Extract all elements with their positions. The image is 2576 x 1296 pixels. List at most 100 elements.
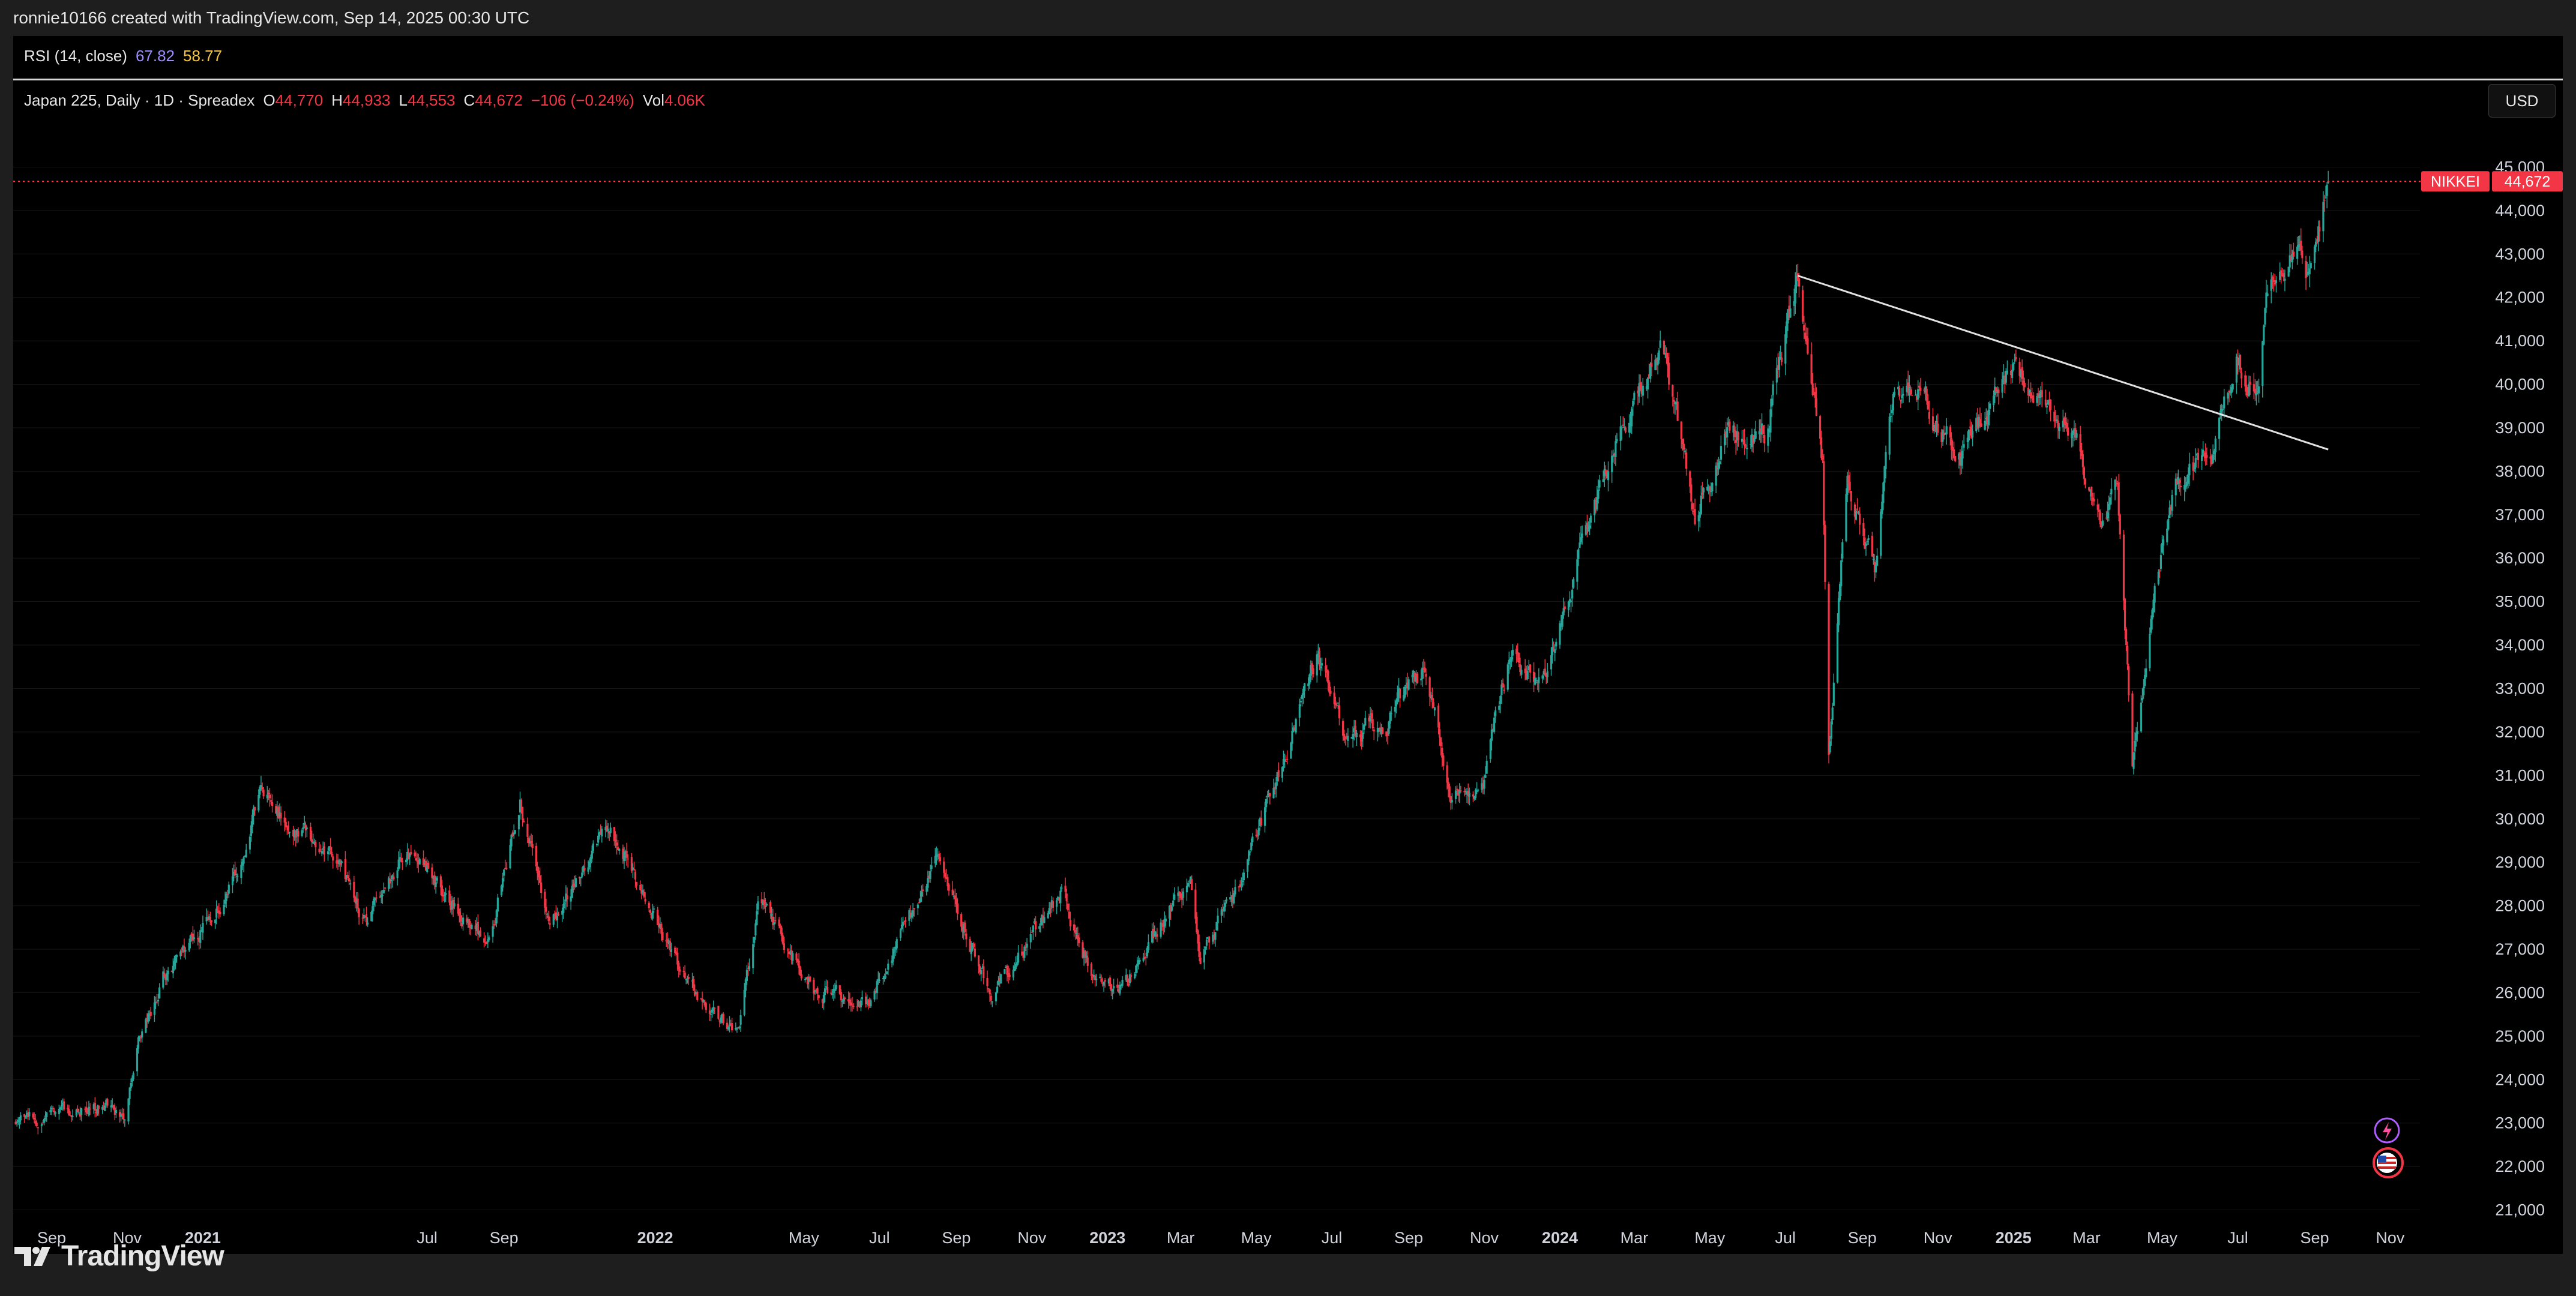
candle-body <box>1247 859 1249 872</box>
candle-body <box>1639 382 1642 389</box>
candle-body <box>1266 796 1269 797</box>
candle-body <box>1333 692 1335 704</box>
candle-body <box>2271 277 2274 280</box>
candle-body <box>1269 793 1271 797</box>
candle-body <box>496 897 499 912</box>
candle-body <box>934 856 936 864</box>
candle-body <box>2107 512 2109 518</box>
candle-body <box>1338 705 1341 718</box>
candle-body <box>137 1037 140 1049</box>
candle-body <box>240 865 242 878</box>
candle-body <box>1745 445 1747 447</box>
candle-body <box>1425 674 1427 677</box>
candle-body <box>885 976 887 977</box>
candle-body <box>549 923 551 925</box>
candle-body <box>1407 679 1410 690</box>
candle-body <box>495 910 498 923</box>
candle-body <box>1578 542 1581 548</box>
tradingview-logo-text: TradingView <box>61 1240 224 1272</box>
candle-body <box>58 1109 61 1114</box>
candle-body <box>685 979 687 980</box>
candle-body <box>639 884 642 890</box>
us-flag-icon[interactable] <box>2373 1147 2404 1178</box>
candle-body <box>54 1112 56 1114</box>
candle-body <box>1819 416 1822 439</box>
candle-body <box>1503 689 1505 691</box>
candle-body <box>1744 439 1746 446</box>
candle-body <box>1789 308 1792 318</box>
candle-body <box>644 899 646 902</box>
flash-icon[interactable] <box>2374 1117 2400 1144</box>
candle-body <box>509 845 511 869</box>
candle-body <box>1205 940 1208 946</box>
candle-body <box>1241 880 1244 883</box>
candle-body <box>2214 438 2216 452</box>
candle-body <box>908 910 910 921</box>
candle-body <box>1967 429 1970 441</box>
x-tick-label: Nov <box>2376 1229 2405 1247</box>
candle-body <box>104 1105 106 1111</box>
candle-body <box>1510 657 1513 660</box>
candle-body <box>214 919 217 923</box>
candle-body <box>1814 392 1816 398</box>
candle-body <box>2134 740 2136 752</box>
x-tick-label: Sep <box>490 1229 519 1247</box>
x-tick-label: 2022 <box>637 1229 673 1247</box>
candle-body <box>1502 683 1504 688</box>
candle-body <box>995 992 998 1001</box>
candle-body <box>1862 523 1865 536</box>
candle-body <box>564 903 566 905</box>
candle-body <box>184 950 187 952</box>
candle-body <box>59 1107 62 1110</box>
candle-body <box>1876 556 1879 566</box>
candle-body <box>769 902 772 913</box>
candle-body <box>2308 268 2311 275</box>
price-axis[interactable]: 45,00044,00043,00042,00041,00040,00039,0… <box>2495 158 2545 1219</box>
candle-body <box>1694 509 1696 524</box>
tradingview-logo-icon <box>14 1247 50 1266</box>
candle-body <box>1156 934 1158 937</box>
candle-body <box>545 907 547 912</box>
y-tick-label: 41,000 <box>2495 332 2545 350</box>
candle-body <box>2283 273 2285 278</box>
candle-body <box>2083 467 2086 479</box>
candle-body <box>2166 529 2168 542</box>
candle-body <box>781 935 784 944</box>
candle-body <box>1126 976 1128 982</box>
tradingview-logo[interactable]: TradingView <box>13 1238 253 1274</box>
candle-body <box>800 974 802 979</box>
candle-body <box>2036 396 2038 403</box>
candle-body <box>2206 455 2208 458</box>
y-tick-label: 27,000 <box>2495 940 2545 958</box>
candle-body <box>618 848 621 851</box>
candle-body <box>1850 491 1852 502</box>
candle-body <box>1726 427 1729 437</box>
candle-body <box>1119 985 1121 994</box>
top-bar: ronnie10166 created with TradingView.com… <box>0 0 2576 36</box>
candle-body <box>745 970 748 982</box>
candle-body <box>1463 791 1466 793</box>
candle-body <box>983 966 985 978</box>
candle-body <box>977 955 980 967</box>
candle-body <box>916 904 919 908</box>
candle-body <box>40 1124 43 1126</box>
candle-body <box>167 971 169 974</box>
candle-body <box>349 883 352 884</box>
candle-body <box>1830 721 1832 739</box>
candle-body <box>1043 917 1046 923</box>
candle-body <box>1362 732 1364 739</box>
candle-body <box>595 844 598 845</box>
candle-body <box>248 836 251 850</box>
candle-body <box>396 870 399 878</box>
time-axis[interactable]: Sep Nov 2021 Jul Sep 2022 May Jul Sep Nov 2023 Mar M… <box>37 1229 2405 1247</box>
candle-body <box>1701 493 1704 495</box>
candle-body <box>1709 486 1711 491</box>
price-chart[interactable]: 45,00044,00043,00042,00041,00040,00039,0… <box>13 36 2563 1254</box>
candle-body <box>899 929 902 938</box>
candle-body <box>1047 913 1049 919</box>
candle-body <box>245 850 247 858</box>
candle-body <box>744 979 747 991</box>
candle-body <box>188 943 190 951</box>
price-tag: NIKKEI 44,672 <box>2421 171 2563 192</box>
candle-body <box>1385 731 1388 737</box>
